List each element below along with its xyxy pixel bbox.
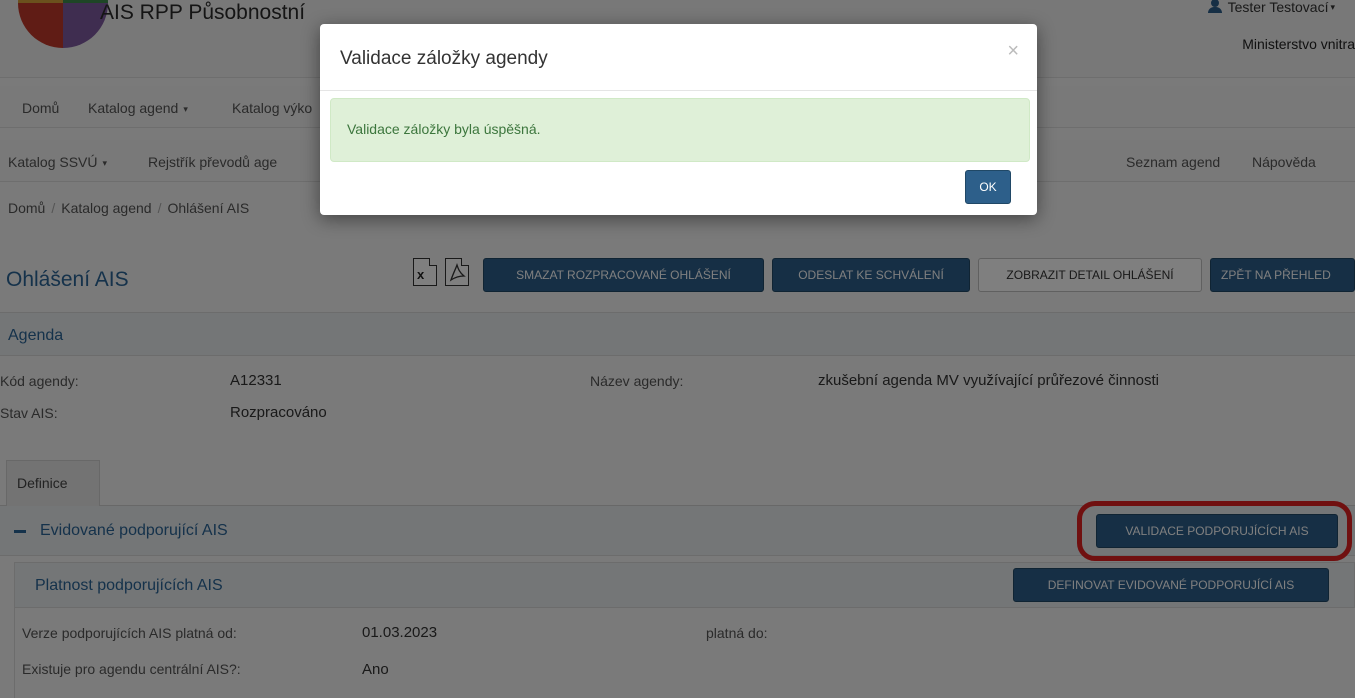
close-icon[interactable]: × xyxy=(1007,40,1019,63)
validation-modal: Validace záložky agendy × Validace zálož… xyxy=(320,24,1037,215)
success-alert: Validace záložky byla úspěšná. xyxy=(330,98,1030,162)
ok-button[interactable]: OK xyxy=(965,170,1011,204)
modal-title: Validace záložky agendy xyxy=(340,48,548,69)
page: AIS RPP Působnostní Tester Testovací ▾ M… xyxy=(0,0,1355,698)
